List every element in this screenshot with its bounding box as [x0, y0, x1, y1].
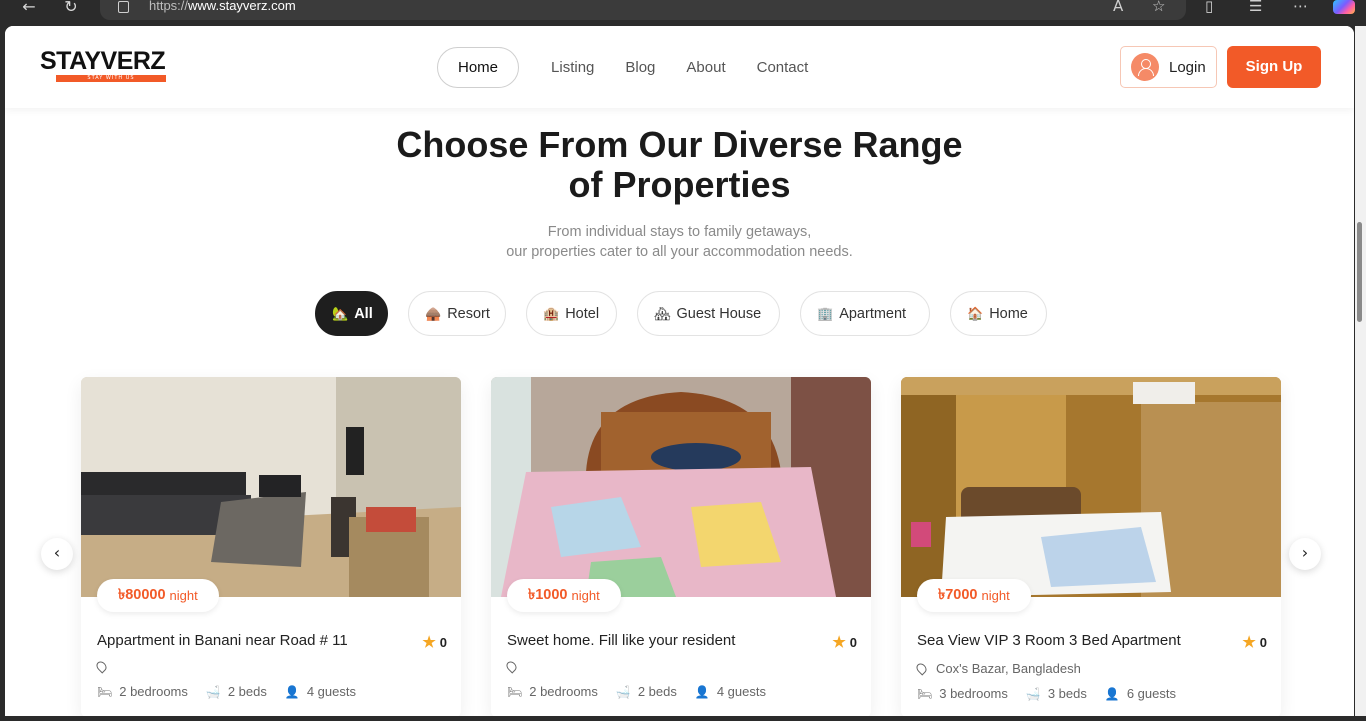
user-icon: 👤 — [694, 684, 710, 699]
price-badge: ৳80000 night — [97, 579, 219, 612]
main-nav: Home Listing Blog About Contact — [437, 46, 839, 88]
login-button[interactable]: Login — [1120, 46, 1217, 88]
page: STAYVERZ STAY WITH US Home Listing Blog … — [5, 26, 1354, 716]
location-pin-icon — [504, 659, 519, 674]
favorite-star-icon[interactable]: ☆ — [1152, 0, 1165, 15]
listing-card[interactable]: ৳1000 night Sweet home. Fill like your re… — [491, 377, 871, 716]
brand-logo[interactable]: STAYVERZ STAY WITH US — [40, 48, 166, 82]
more-menu-icon[interactable]: ⋯ — [1293, 0, 1308, 15]
listing-card[interactable]: ৳80000 night Appartment in Banani near Ro… — [81, 377, 461, 716]
listing-title[interactable]: Sweet home. Fill like your resident — [507, 632, 735, 649]
listing-photo[interactable] — [901, 377, 1281, 597]
hotel-icon: 🏨 — [543, 305, 560, 321]
bathtub-icon: 🛁 — [1025, 686, 1041, 701]
rating: ★ 0 — [422, 634, 447, 651]
signup-button[interactable]: Sign Up — [1227, 46, 1321, 88]
url-text: https://www.stayverz.com — [149, 0, 296, 13]
listing-photo[interactable] — [491, 377, 871, 597]
lock-icon — [118, 1, 129, 13]
listing-meta: 🛏 2 bedrooms 🛁 2 beds 👤 4 guests — [507, 684, 766, 699]
listing-photo[interactable] — [81, 377, 461, 597]
bed-icon: 🛏 — [97, 684, 113, 699]
site-header: STAYVERZ STAY WITH US Home Listing Blog … — [5, 26, 1354, 108]
page-scrollbar[interactable] — [1355, 26, 1366, 716]
listing-location: Cox's Bazar, Bangladesh — [914, 661, 1081, 676]
browser-toolbar: ← ↻ https://www.stayverz.com A ☆ ▯ ☰ ⋯ — [0, 0, 1366, 26]
filter-apartment[interactable]: 🏢 Apartment — [800, 291, 930, 336]
chevron-right-icon: › — [1301, 543, 1309, 562]
favorites-list-icon[interactable]: ☰ — [1249, 0, 1262, 15]
section-title: Choose From Our Diverse Range of Properti… — [396, 124, 963, 205]
nav-listing[interactable]: Listing — [551, 59, 594, 76]
address-bar[interactable]: https://www.stayverz.com — [100, 0, 1186, 20]
bathtub-icon: 🛁 — [205, 684, 221, 699]
location-pin-icon — [914, 661, 929, 676]
read-aloud-icon[interactable]: A — [1113, 0, 1123, 15]
listing-location — [94, 659, 116, 674]
bed-icon: 🛏 — [917, 686, 933, 701]
price-badge: ৳7000 night — [917, 579, 1031, 612]
office-building-icon: 🏢 — [817, 305, 834, 321]
nav-about[interactable]: About — [686, 59, 725, 76]
bed-icon: 🛏 — [507, 684, 523, 699]
login-label: Login — [1169, 58, 1206, 76]
listing-meta: 🛏 3 bedrooms 🛁 3 beds 👤 6 guests — [917, 686, 1176, 701]
house-icon: 🏠 — [967, 305, 984, 321]
scrollbar-thumb[interactable] — [1357, 222, 1362, 322]
filter-home[interactable]: 🏠 Home — [950, 291, 1047, 336]
listing-location — [504, 659, 526, 674]
brand-tagline: STAY WITH US — [56, 75, 166, 82]
star-icon: ★ — [422, 634, 436, 651]
refresh-icon[interactable]: ↻ — [58, 0, 84, 18]
back-arrow-icon[interactable]: ← — [16, 0, 42, 18]
price-badge: ৳1000 night — [507, 579, 621, 612]
star-icon: ★ — [832, 634, 846, 651]
nav-blog[interactable]: Blog — [625, 59, 655, 76]
listing-meta: 🛏 2 bedrooms 🛁 2 beds 👤 4 guests — [97, 684, 356, 699]
house-garden-icon: 🏡 — [332, 305, 349, 321]
copilot-icon[interactable] — [1333, 0, 1355, 14]
rating: ★ 0 — [832, 634, 857, 651]
section-subtitle: From individual stays to family getaways… — [506, 224, 853, 260]
user-icon: 👤 — [284, 684, 300, 699]
category-filters: 🏡 All 🛖 Resort 🏨 Hotel 🏘 Guest House 🏢 Apartm… — [315, 291, 1067, 337]
houses-icon: 🏘 — [654, 305, 671, 321]
bathtub-icon: 🛁 — [615, 684, 631, 699]
nav-home[interactable]: Home — [437, 46, 520, 88]
filter-resort[interactable]: 🛖 Resort — [408, 291, 506, 336]
listing-title[interactable]: Sea View VIP 3 Room 3 Bed Apartment — [917, 632, 1181, 649]
filter-guest-house[interactable]: 🏘 Guest House — [637, 291, 780, 336]
carousel-next-button[interactable]: › — [1289, 538, 1321, 570]
carousel-prev-button[interactable]: ‹ — [41, 538, 73, 570]
user-icon: 👤 — [1104, 686, 1120, 701]
location-pin-icon — [94, 659, 109, 674]
listing-title[interactable]: Appartment in Banani near Road # 11 — [97, 632, 348, 649]
brand-name: STAYVERZ — [40, 47, 166, 75]
listing-card[interactable]: ৳7000 night Sea View VIP 3 Room 3 Bed Apa… — [901, 377, 1281, 716]
rating: ★ 0 — [1242, 634, 1267, 651]
hut-icon: 🛖 — [425, 305, 442, 321]
chevron-left-icon: ‹ — [53, 543, 61, 562]
filter-hotel[interactable]: 🏨 Hotel — [526, 291, 617, 336]
window-bottom-edge — [0, 716, 1366, 721]
filter-all[interactable]: 🏡 All — [315, 291, 388, 336]
nav-contact[interactable]: Contact — [757, 59, 809, 76]
star-icon: ★ — [1242, 634, 1256, 651]
split-screen-icon[interactable]: ▯ — [1205, 0, 1213, 15]
user-icon — [1131, 53, 1159, 81]
